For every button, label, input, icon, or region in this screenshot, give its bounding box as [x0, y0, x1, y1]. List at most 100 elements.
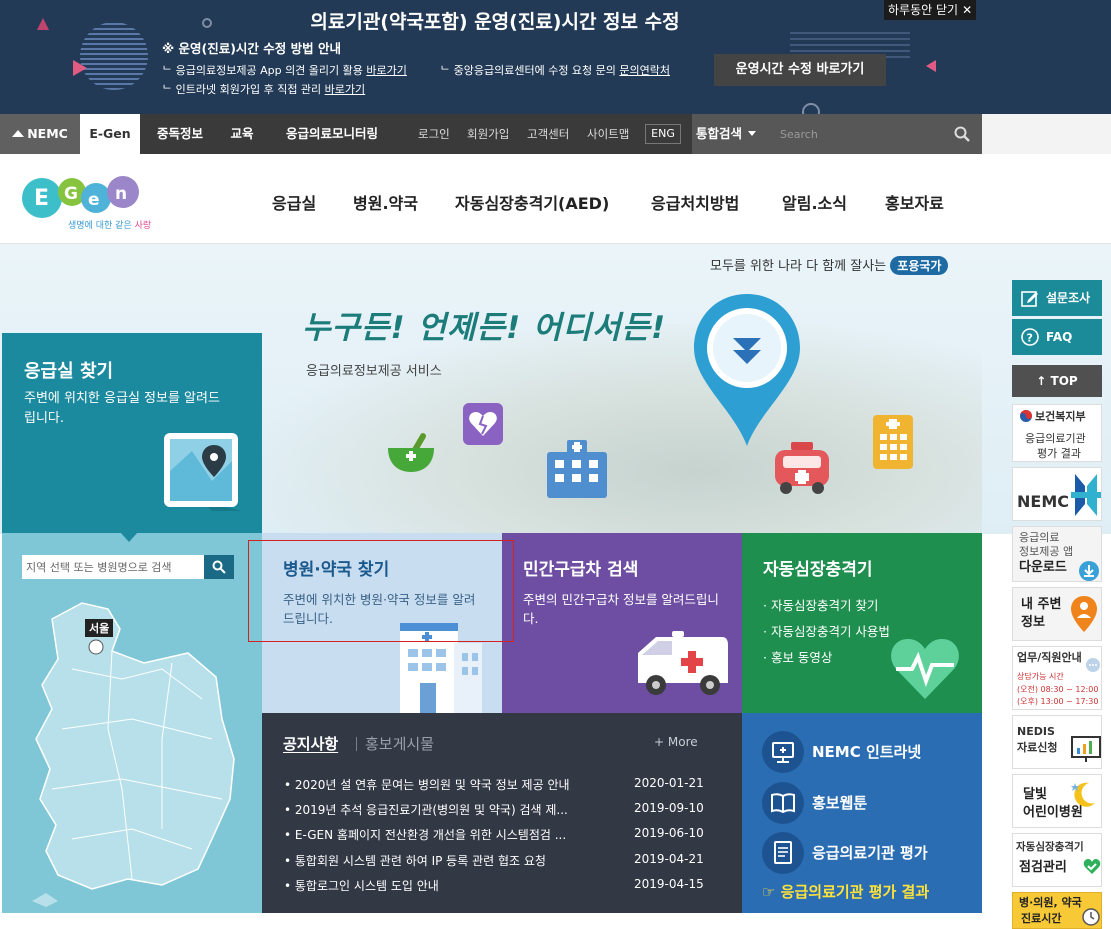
- er-search-button[interactable]: [204, 555, 234, 579]
- er-finder-card[interactable]: 응급실 찾기 주변에 위치한 응급실 정보를 알려드립니다.: [2, 333, 262, 533]
- app-shortcut-link[interactable]: 바로가기: [366, 64, 406, 77]
- notice-post[interactable]: • 통합로그인 시스템 도입 안내 2019-04-15: [284, 877, 724, 897]
- app-line1: 응급의료: [1019, 531, 1060, 544]
- svg-text:E: E: [34, 186, 49, 211]
- svg-text:?: ?: [1027, 332, 1033, 345]
- office-hours-card[interactable]: 업무/직원안내 상담가능 시간 (오전) 08:30 ~ 12:00 (오후) …: [1012, 646, 1102, 710]
- support-link[interactable]: 고객센터: [527, 114, 569, 154]
- tab-egen[interactable]: E-Gen: [80, 114, 140, 154]
- er-finder-title: 응급실 찾기: [24, 361, 114, 382]
- intranet-shortcut[interactable]: NEMC 인트라넷: [762, 731, 982, 775]
- sitemap-link[interactable]: 사이트맵: [587, 114, 629, 154]
- unified-search-dropdown[interactable]: 통합검색: [692, 114, 774, 154]
- nemc-card[interactable]: NEMC: [1012, 467, 1102, 521]
- broken-heart-icon: [463, 403, 503, 445]
- hero-subtitle: 응급의료정보제공 서비스: [306, 364, 442, 379]
- app-download-card[interactable]: 응급의료 정보제공 앱 다운로드: [1012, 526, 1102, 582]
- mohw-evaluation-card[interactable]: 보건복지부 응급의료기관 평가 결과: [1012, 404, 1102, 462]
- private-ambulance-card[interactable]: 민간구급차 검색 주변의 민간구급차 정보를 알려드립니다.: [502, 533, 742, 713]
- post-title: • E-GEN 홈페이지 전산환경 개선을 위한 시스템점검 ...: [284, 828, 567, 842]
- nearby-info-card[interactable]: 내 주변 정보: [1012, 587, 1102, 641]
- book-icon: [762, 782, 804, 824]
- tab-nemc[interactable]: NEMC: [0, 114, 80, 154]
- nedis-line1: NEDIS: [1017, 725, 1055, 738]
- pharmacy-mortar-icon: [388, 433, 434, 472]
- more-link[interactable]: + More: [654, 735, 698, 749]
- er-map-panel: 서울: [2, 533, 262, 913]
- faq-button[interactable]: ? FAQ: [1012, 319, 1102, 355]
- tab-poison-info[interactable]: 중독정보: [145, 114, 215, 154]
- notice-line-text: 인트라넷 회원가입 후 직접 관리: [175, 83, 325, 96]
- map-region-label[interactable]: 서울: [85, 619, 114, 637]
- intranet-label: NEMC 인트라넷: [812, 743, 922, 761]
- hosp-hours-line2: 진료시간: [1021, 912, 1062, 925]
- notice-bullet: ᄂ: [162, 83, 176, 96]
- notice-banner: 의료기관(약국포함) 운영(진료)시간 정보 수정 ※ 운영(진료)시간 수정 …: [0, 0, 1111, 114]
- logo-mark: E G e n: [22, 176, 139, 218]
- notice-subtitle: ※ 운영(진료)시간 수정 방법 안내: [162, 41, 341, 56]
- tab-notices[interactable]: 공지사항: [283, 733, 338, 754]
- signup-link[interactable]: 회원가입: [467, 114, 509, 154]
- nedis-line2: 자료신청: [1017, 741, 1058, 754]
- korea-map[interactable]: [12, 589, 242, 909]
- post-date: 2019-09-10: [634, 801, 704, 815]
- aed-find-link[interactable]: · 자동심장충격기 찾기: [763, 593, 890, 619]
- utility-bar: NEMC E-Gen 중독정보 교육 응급의료모니터링 로그인 회원가입 고객센…: [0, 114, 1111, 154]
- notice-post[interactable]: • 통합회원 시스템 관련 하여 IP 등록 관련 협조 요청 2019-04-2…: [284, 852, 724, 872]
- inclusive-state-banner: 모두를 위한 나라 다 함께 잘사는 포용국가: [710, 255, 949, 275]
- hospital-hours-card[interactable]: 병·의원, 약국 진료시간: [1012, 892, 1102, 929]
- tab-promo-posts[interactable]: 홍보게시물: [365, 733, 434, 754]
- nav-emergency-room[interactable]: 응급실: [272, 190, 316, 214]
- search-input[interactable]: [780, 124, 940, 144]
- moonlight-hospital-card[interactable]: 달빛 어린이병원: [1012, 774, 1102, 828]
- aed-video-link[interactable]: · 홍보 동영상: [763, 645, 890, 671]
- close-today-button[interactable]: 하루동안 닫기 ✕: [884, 0, 977, 20]
- evaluation-result-link[interactable]: ☞ 응급의료기관 평가 결과: [762, 881, 929, 902]
- aed-check-card[interactable]: 자동심장충격기 점검관리: [1012, 833, 1102, 887]
- decorative-triangle: [926, 60, 936, 72]
- er-finder-desc: 주변에 위치한 응급실 정보를 알려드립니다.: [24, 391, 220, 426]
- notice-bullet: ᄂ: [440, 64, 454, 77]
- svg-text:n: n: [115, 184, 127, 204]
- survey-button[interactable]: 설문조사: [1012, 280, 1102, 316]
- nav-hospital-pharmacy[interactable]: 병원.약국: [353, 190, 418, 214]
- close-today-label: 하루동안 닫기: [888, 3, 959, 17]
- decorative-ring: [802, 103, 820, 114]
- contact-info-link[interactable]: 문의연락처: [619, 64, 670, 77]
- notice-post[interactable]: • 2019년 추석 응급진료기관(병의원 및 약국) 검색 제... 2019-…: [284, 801, 724, 821]
- tab-monitoring[interactable]: 응급의료모니터링: [272, 114, 392, 154]
- aed-card-title: 자동심장충격기: [763, 560, 873, 580]
- login-link[interactable]: 로그인: [418, 114, 450, 154]
- nedis-card[interactable]: NEDIS 자료신청: [1012, 715, 1102, 769]
- decorative-triangle: [73, 60, 87, 76]
- nav-news[interactable]: 알림.소식: [782, 190, 847, 214]
- aed-howto-link[interactable]: · 자동심장충격기 사용법: [763, 619, 890, 645]
- evaluation-shortcut[interactable]: 응급의료기관 평가: [762, 832, 982, 876]
- location-pin-icon[interactable]: [688, 290, 806, 450]
- close-icon: ✕: [962, 3, 973, 17]
- notice-title: 의료기관(약국포함) 운영(진료)시간 정보 수정: [310, 11, 680, 33]
- scroll-top-button[interactable]: ↑ TOP: [1012, 365, 1102, 397]
- intranet-shortcut-link[interactable]: 바로가기: [325, 83, 365, 96]
- er-search-input[interactable]: [22, 555, 204, 579]
- english-button[interactable]: ENG: [645, 124, 681, 144]
- webtoon-shortcut[interactable]: 홍보웹툰: [762, 782, 982, 826]
- aed-link-list: · 자동심장충격기 찾기 · 자동심장충격기 사용법 · 홍보 동영상: [763, 593, 890, 671]
- tab-education[interactable]: 교육: [222, 114, 262, 154]
- evaluation-label: 응급의료기관 평가: [812, 844, 928, 862]
- edit-icon: [1021, 291, 1038, 307]
- nav-aed[interactable]: 자동심장충격기(AED): [455, 190, 609, 214]
- hospital-building-icon: [547, 440, 607, 498]
- nav-promotion[interactable]: 홍보자료: [885, 190, 944, 214]
- search-icon[interactable]: [954, 126, 970, 142]
- notice-post[interactable]: • E-GEN 홈페이지 전산환경 개선을 위한 시스템점검 ... 2019-0…: [284, 826, 724, 846]
- hospital-pharmacy-card[interactable]: 병원·약국 찾기 주변에 위치한 병원·약국 정보를 알려드립니다.: [262, 533, 502, 713]
- edit-hours-button[interactable]: 운영시간 수정 바로가기: [714, 54, 886, 86]
- nav-first-aid[interactable]: 응급처치방법: [651, 190, 739, 214]
- hospital-card-title: 병원·약국 찾기: [283, 560, 390, 580]
- ambulance-icon: [775, 442, 829, 494]
- notice-post[interactable]: • 2020년 설 연휴 문여는 병의원 및 약국 정보 제공 안내 2020-0…: [284, 776, 724, 796]
- post-date: 2019-04-21: [634, 852, 704, 866]
- er-card-pointer: [120, 532, 138, 542]
- aed-card[interactable]: 자동심장충격기 · 자동심장충격기 찾기 · 자동심장충격기 사용법 · 홍보 …: [742, 533, 982, 713]
